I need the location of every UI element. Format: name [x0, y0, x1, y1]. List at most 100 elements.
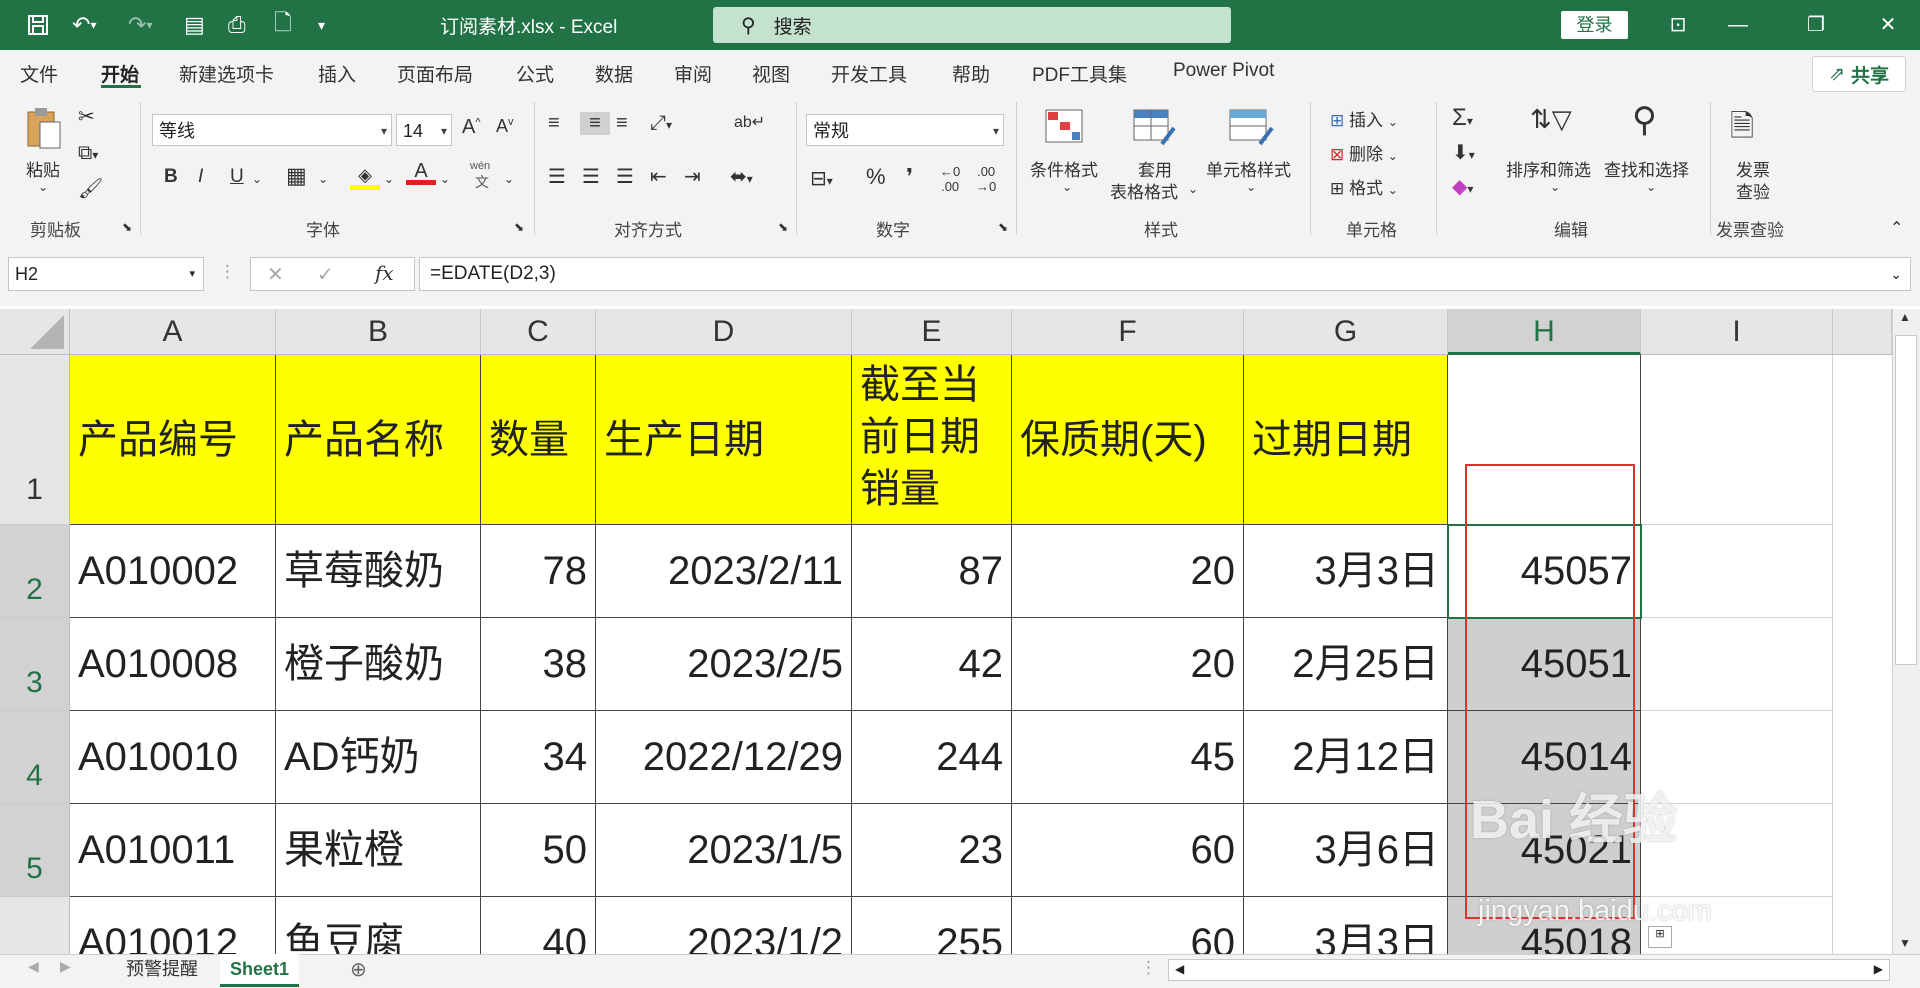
number-format-combo[interactable]: 常规 ▾ [806, 114, 1004, 146]
paste-label[interactable]: 粘贴 [26, 156, 60, 181]
cell-g5[interactable]: 3月6日 [1244, 804, 1448, 897]
cell-f1[interactable]: 保质期(天) [1012, 355, 1244, 525]
tab-formulas[interactable]: 公式 [516, 60, 554, 87]
chevron-down-icon[interactable]: ⌄ [1062, 180, 1072, 194]
wrap-text-icon[interactable]: ab↵ [734, 112, 765, 132]
underline-button[interactable]: U [230, 166, 244, 188]
table-format-label-2[interactable]: 表格格式 [1110, 178, 1178, 203]
tab-page-layout[interactable]: 页面布局 [397, 60, 473, 87]
column-header-f[interactable]: F [1012, 309, 1244, 355]
align-right-icon[interactable]: ☰ [616, 164, 634, 189]
customize-qat-icon[interactable]: ▾ [318, 0, 325, 50]
underline-dropdown-icon[interactable]: ⌄ [252, 172, 262, 186]
cell-g6[interactable]: 3月3日 [1244, 897, 1448, 954]
grow-font-icon[interactable]: A^ [462, 116, 481, 139]
align-middle-icon[interactable]: ≡ [580, 112, 610, 135]
cancel-icon[interactable]: ✕ [267, 262, 284, 287]
percent-style-button[interactable]: % [866, 164, 886, 190]
delete-cells-button[interactable]: ⊠ 删除 ⌄ [1330, 140, 1398, 165]
clear-icon[interactable]: ◆▾ [1452, 174, 1473, 199]
ribbon-display-options-icon[interactable]: ⊡ [1648, 0, 1708, 50]
login-button[interactable]: 登录 [1561, 11, 1628, 39]
font-launcher-icon[interactable]: ⬊ [514, 220, 524, 234]
table-format-icon[interactable] [1132, 106, 1176, 154]
column-header-b[interactable]: B [276, 309, 481, 355]
cell-e6[interactable]: 255 [852, 897, 1012, 954]
row-header-4[interactable]: 4 [0, 711, 70, 804]
cell-c3[interactable]: 38 [481, 618, 596, 711]
cell-c1[interactable]: 数量 [481, 355, 596, 525]
fill-icon[interactable]: ⬇▾ [1452, 140, 1475, 165]
undo-icon[interactable]: ↶ ▾ [72, 0, 96, 50]
decrease-decimal-icon[interactable]: .00 →0 [976, 164, 996, 194]
form-icon[interactable]: ▤ [184, 0, 205, 50]
chevron-down-icon[interactable]: ⌄ [1246, 180, 1256, 194]
column-header-a[interactable]: A [70, 309, 276, 355]
redo-icon[interactable]: ↷ ▾ [128, 0, 152, 50]
fill-color-dropdown-icon[interactable]: ⌄ [384, 172, 394, 186]
font-size-combo[interactable]: 14 ▾ [396, 114, 452, 146]
cell-c6[interactable]: 40 [481, 897, 596, 954]
column-header-g[interactable]: G [1244, 309, 1448, 355]
cell-d1[interactable]: 生产日期 [596, 355, 852, 525]
vertical-scroll-thumb[interactable] [1895, 335, 1917, 665]
row-header-1[interactable]: 1 [0, 355, 70, 525]
cell-b4[interactable]: AD钙奶 [276, 711, 481, 804]
row-header-5[interactable]: 5 [0, 804, 70, 897]
cell-i2[interactable] [1641, 525, 1833, 618]
restore-icon[interactable]: ❐ [1786, 0, 1846, 50]
cell-g2[interactable]: 3月3日 [1244, 525, 1448, 618]
format-cells-button[interactable]: ⊞ 格式 ⌄ [1330, 174, 1398, 199]
row-header-2[interactable]: 2 [0, 525, 70, 618]
number-launcher-icon[interactable]: ⬊ [998, 220, 1008, 234]
sort-filter-label[interactable]: 排序和筛选 [1506, 156, 1591, 181]
cell-b5[interactable]: 果粒橙 [276, 804, 481, 897]
share-button[interactable]: ⇗ 共享 [1812, 56, 1906, 92]
column-header-i[interactable]: I [1641, 309, 1833, 355]
font-color-icon[interactable]: A [406, 160, 436, 185]
cell-c5[interactable]: 50 [481, 804, 596, 897]
cell-f4[interactable]: 45 [1012, 711, 1244, 804]
cell-g1[interactable]: 过期日期 [1244, 355, 1448, 525]
chevron-down-icon[interactable]: ⌄ [1646, 180, 1656, 194]
align-left-icon[interactable]: ☰ [548, 164, 566, 189]
cell-e5[interactable]: 23 [852, 804, 1012, 897]
horizontal-scrollbar[interactable]: ◀ ▶ [1168, 959, 1890, 981]
cell-a4[interactable]: A010010 [70, 711, 276, 804]
font-color-dropdown-icon[interactable]: ⌄ [440, 172, 450, 186]
cell-c4[interactable]: 34 [481, 711, 596, 804]
fill-color-icon[interactable]: ◈ [350, 164, 380, 190]
cell-a3[interactable]: A010008 [70, 618, 276, 711]
tab-view[interactable]: 视图 [752, 60, 790, 87]
find-select-label[interactable]: 查找和选择 [1604, 156, 1689, 181]
align-center-icon[interactable]: ☰ [582, 164, 600, 189]
comma-style-button[interactable]: ❜ [906, 164, 913, 190]
invoice-check-label-2[interactable]: 查验 [1736, 178, 1770, 203]
export-pdf-icon[interactable]: 🗋 [274, 0, 292, 50]
cell-g3[interactable]: 2月25日 [1244, 618, 1448, 711]
cell-a6[interactable]: A010012 [70, 897, 276, 954]
cell-d6[interactable]: 2023/1/2 [596, 897, 852, 954]
tab-review[interactable]: 审阅 [674, 60, 712, 87]
cell-b3[interactable]: 橙子酸奶 [276, 618, 481, 711]
insert-cells-button[interactable]: ⊞ 插入 ⌄ [1330, 106, 1398, 131]
conditional-format-label[interactable]: 条件格式 [1030, 156, 1098, 181]
autosum-icon[interactable]: Σ▾ [1452, 104, 1473, 132]
row-header-6[interactable] [0, 897, 70, 954]
add-sheet-icon[interactable]: ⊕ [350, 957, 367, 982]
cell-styles-icon[interactable] [1228, 106, 1274, 154]
save-icon[interactable] [26, 0, 50, 50]
tab-insert[interactable]: 插入 [318, 60, 356, 87]
name-box[interactable]: H2 ▾ [8, 257, 204, 291]
tab-developer[interactable]: 开发工具 [831, 60, 907, 87]
cell-d2[interactable]: 2023/2/11 [596, 525, 852, 618]
formula-input[interactable]: =EDATE(D2,3) ⌄ [419, 257, 1911, 291]
cell-i3[interactable] [1641, 618, 1833, 711]
cell-e4[interactable]: 244 [852, 711, 1012, 804]
cell-g4[interactable]: 2月12日 [1244, 711, 1448, 804]
conditional-format-icon[interactable] [1044, 106, 1084, 152]
paste-icon[interactable] [22, 104, 66, 154]
enter-icon[interactable]: ✓ [317, 262, 334, 287]
column-header-h[interactable]: H [1448, 309, 1641, 355]
sheet-tab-warning[interactable]: 预警提醒 [116, 954, 208, 984]
